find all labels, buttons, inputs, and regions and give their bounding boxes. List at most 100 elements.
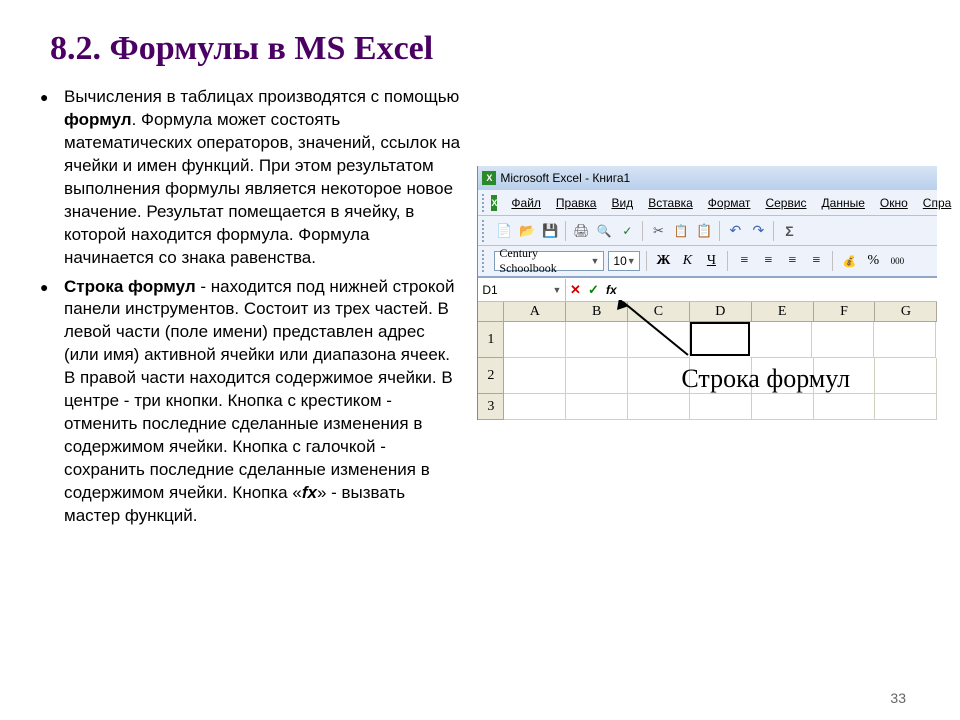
menu-help[interactable]: Спра xyxy=(916,194,959,212)
col-header-a[interactable]: A xyxy=(504,302,566,322)
bullet-list: Вычисления в таблицах производятся с пом… xyxy=(40,86,462,528)
autosum-button[interactable] xyxy=(779,221,799,241)
chevron-down-icon: ▼ xyxy=(627,256,636,266)
cell-g3[interactable] xyxy=(875,394,937,420)
italic-button[interactable]: К xyxy=(677,251,697,271)
col-header-g[interactable]: G xyxy=(875,302,937,322)
bullet-2-bold: Строка формул xyxy=(64,277,196,296)
chevron-down-icon: ▼ xyxy=(590,256,599,266)
align-right-button[interactable] xyxy=(782,251,802,271)
cell-e1[interactable] xyxy=(750,322,812,358)
font-combo-text: Century Schoolbook xyxy=(499,246,590,276)
col-header-d[interactable]: D xyxy=(690,302,752,322)
paste-button[interactable] xyxy=(694,221,714,241)
separator xyxy=(832,251,833,271)
open-button[interactable] xyxy=(517,221,537,241)
separator xyxy=(727,251,728,271)
cell-g1[interactable] xyxy=(874,322,936,358)
cell-g2[interactable] xyxy=(875,358,937,394)
screenshot-column: X Microsoft Excel - Книга1 X Файл Правка… xyxy=(477,86,917,534)
menu-file[interactable]: Файл xyxy=(504,194,548,212)
slide-title: 8.2. Формулы в MS Excel xyxy=(50,30,920,68)
name-box-text: D1 xyxy=(482,283,497,297)
slide: 8.2. Формулы в MS Excel Вычисления в таб… xyxy=(0,0,960,720)
chevron-down-icon: ▼ xyxy=(552,285,561,295)
redo-button[interactable] xyxy=(748,221,768,241)
text-column: Вычисления в таблицах производятся с пом… xyxy=(40,86,462,534)
cell-a3[interactable] xyxy=(504,394,566,420)
cell-f3[interactable] xyxy=(814,394,876,420)
cell-e3[interactable] xyxy=(752,394,814,420)
bullet-1-bold: формул xyxy=(64,110,132,129)
toolbar-grip xyxy=(482,220,488,242)
name-box[interactable]: D1 ▼ xyxy=(478,279,566,301)
cell-b2[interactable] xyxy=(566,358,628,394)
menubar: X Файл Правка Вид Вставка Формат Сервис … xyxy=(478,190,937,216)
annotation-label: Строка формул xyxy=(681,364,850,394)
undo-button[interactable] xyxy=(725,221,745,241)
font-size-combo[interactable]: 10 ▼ xyxy=(608,251,640,271)
cell-a2[interactable] xyxy=(504,358,566,394)
cell-b3[interactable] xyxy=(566,394,628,420)
bold-button[interactable]: Ж xyxy=(653,251,673,271)
merge-button[interactable] xyxy=(806,251,826,271)
bullet-2-mid: - находится под нижней строкой панели ин… xyxy=(64,277,454,502)
page-number: 33 xyxy=(890,690,906,706)
row-header-3[interactable]: 3 xyxy=(478,394,504,420)
col-header-b[interactable]: B xyxy=(566,302,628,322)
formatting-toolbar: Century Schoolbook ▼ 10 ▼ Ж К Ч xyxy=(478,246,937,278)
underline-button[interactable]: Ч xyxy=(701,251,721,271)
row-header-2[interactable]: 2 xyxy=(478,358,504,394)
cell-c1[interactable] xyxy=(628,322,690,358)
save-button[interactable] xyxy=(540,221,560,241)
fx-button[interactable]: fx xyxy=(602,280,620,300)
col-header-c[interactable]: C xyxy=(628,302,690,322)
separator xyxy=(565,221,566,241)
row-1: 1 xyxy=(478,322,937,358)
percent-button[interactable]: % xyxy=(863,251,883,271)
cut-button[interactable] xyxy=(648,221,668,241)
menu-view[interactable]: Вид xyxy=(604,194,640,212)
align-left-button[interactable] xyxy=(734,251,754,271)
thousand-button[interactable]: 000 xyxy=(887,251,907,271)
menu-data[interactable]: Данные xyxy=(815,194,872,212)
formula-bar: D1 ▼ ✕ ✓ fx xyxy=(478,278,937,302)
preview-button[interactable] xyxy=(594,221,614,241)
cell-f1[interactable] xyxy=(812,322,874,358)
currency-button[interactable] xyxy=(839,251,859,271)
row-header-1[interactable]: 1 xyxy=(478,322,504,358)
menu-format[interactable]: Формат xyxy=(701,194,758,212)
cell-d1-active[interactable] xyxy=(690,322,750,356)
menu-tools[interactable]: Сервис xyxy=(758,194,813,212)
content-row: Вычисления в таблицах производятся с пом… xyxy=(40,86,920,534)
menu-window[interactable]: Окно xyxy=(873,194,915,212)
menu-edit[interactable]: Правка xyxy=(549,194,604,212)
bullet-1: Вычисления в таблицах производятся с пом… xyxy=(64,86,462,270)
bullet-1-post: . Формула может состоять математических … xyxy=(64,110,460,267)
select-all-corner[interactable] xyxy=(478,302,504,322)
separator xyxy=(646,251,647,271)
menu-insert[interactable]: Вставка xyxy=(641,194,700,212)
separator xyxy=(642,221,643,241)
print-button[interactable] xyxy=(571,221,591,241)
bullet-1-pre: Вычисления в таблицах производятся с пом… xyxy=(64,87,459,106)
menubar-grip xyxy=(482,194,484,212)
excel-app-icon: X xyxy=(482,171,496,185)
font-combo[interactable]: Century Schoolbook ▼ xyxy=(494,251,604,271)
spellcheck-button[interactable] xyxy=(617,221,637,241)
col-header-e[interactable]: E xyxy=(752,302,814,322)
formula-cancel-button[interactable]: ✕ xyxy=(566,280,584,300)
align-center-button[interactable] xyxy=(758,251,778,271)
cell-d3[interactable] xyxy=(690,394,752,420)
separator xyxy=(719,221,720,241)
cell-b1[interactable] xyxy=(566,322,628,358)
cell-c3[interactable] xyxy=(628,394,690,420)
excel-window: X Microsoft Excel - Книга1 X Файл Правка… xyxy=(477,166,937,420)
standard-toolbar xyxy=(478,216,937,246)
formula-ok-button[interactable]: ✓ xyxy=(584,280,602,300)
new-button[interactable] xyxy=(494,221,514,241)
cell-a1[interactable] xyxy=(504,322,566,358)
copy-button[interactable] xyxy=(671,221,691,241)
col-header-f[interactable]: F xyxy=(814,302,876,322)
workbook-icon: X xyxy=(491,195,497,211)
